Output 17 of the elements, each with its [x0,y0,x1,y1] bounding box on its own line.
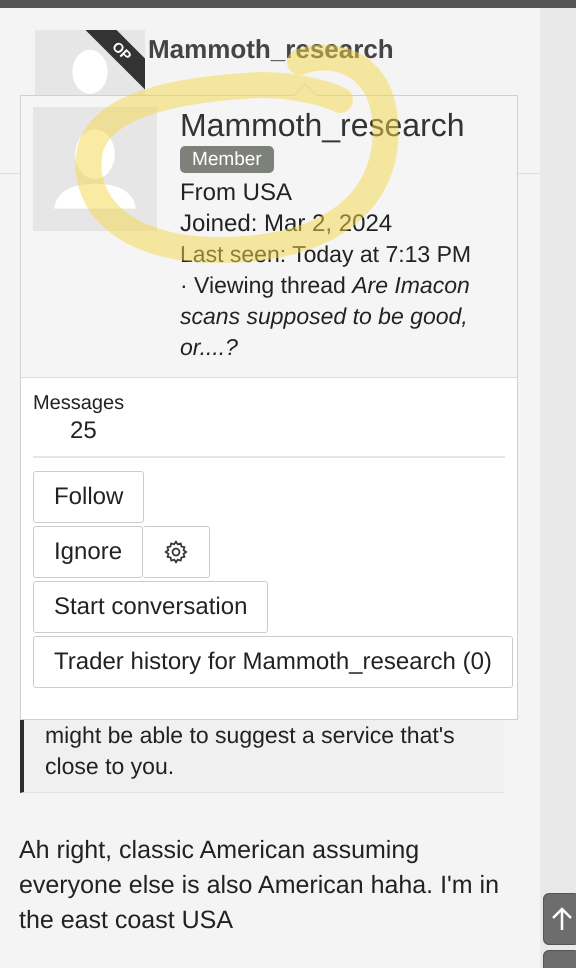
settings-button[interactable] [143,526,210,578]
popup-button[interactable]: Follow [33,471,144,523]
stat-label: Messages [33,391,126,416]
post-text: Ah right, classic American assuming everyone else is also American haha. I'm in the east coast USA [19,835,500,936]
quote-block: might be able to suggest a service that's close to you. [20,720,504,793]
stat-value: 25 [69,416,98,446]
location-text: From USA [180,178,292,208]
member-badge: Member [180,146,274,173]
ignore-button[interactable]: Ignore [33,526,144,578]
popup-button[interactable]: Start conversation [33,581,268,633]
scroll-up-button[interactable] [543,893,576,945]
settings-icon [163,539,190,565]
last-seen-text: Last seen: Today at 7:13 PM · Viewing thread Are Imacon scans supposed to be good, or....? [180,240,472,362]
popup-button[interactable]: Trader history for Mammoth_research (0) [33,636,513,688]
joined-text: Joined: Mar 2, 2024 [180,209,392,239]
avatar-icon [33,107,157,231]
popup-username[interactable]: Mammoth_research [180,107,465,143]
